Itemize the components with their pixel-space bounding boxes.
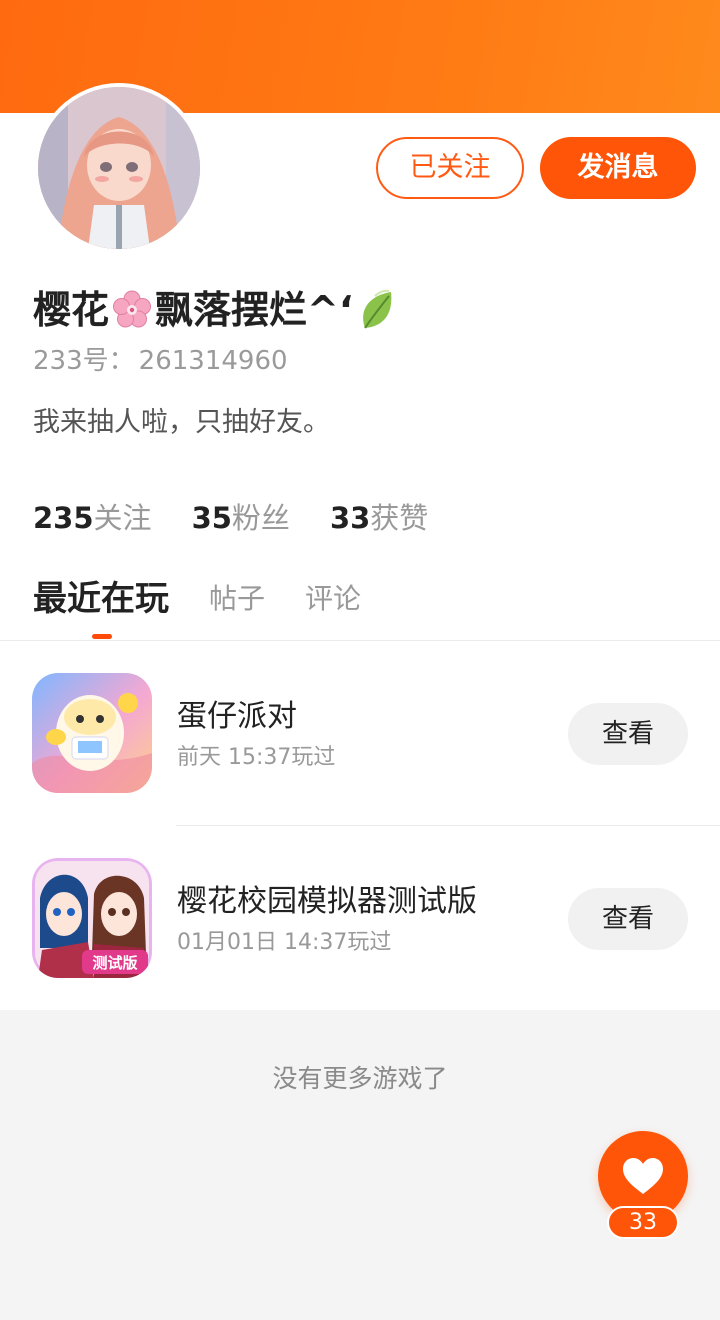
game-icon-sakura-school[interactable]: 测试版 (32, 858, 152, 978)
stat-following[interactable]: 235 关注 (33, 498, 152, 538)
send-message-button[interactable]: 发消息 (540, 137, 696, 199)
stats-bar: 235 关注 35 粉丝 33 获赞 (33, 498, 468, 538)
game-name: 樱花校园模拟器测试版 (177, 884, 477, 919)
stat-fans-count: 35 (191, 501, 232, 535)
game-row[interactable]: 蛋仔派对 前天 15:37玩过 查看 (0, 641, 720, 826)
user-id-label: 233号 (33, 346, 109, 376)
active-tab-indicator (92, 634, 112, 639)
game-row[interactable]: 测试版 樱花校园模拟器测试版 01月01日 14:37玩过 查看 (0, 826, 720, 1011)
stat-following-count: 235 (33, 501, 94, 535)
game-name: 蛋仔派对 (177, 699, 297, 734)
stat-fans[interactable]: 35 粉丝 (192, 498, 290, 538)
username-part1: 樱花 (33, 288, 110, 332)
view-game-button[interactable]: 查看 (568, 888, 688, 950)
svg-text:测试版: 测试版 (92, 954, 137, 972)
stat-fans-label: 粉丝 (231, 501, 290, 535)
view-game-button[interactable]: 查看 (568, 703, 688, 765)
stat-likes-label: 获赞 (370, 501, 429, 535)
cherry-blossom-icon (113, 290, 152, 328)
tab-recently-played[interactable]: 最近在玩 (33, 577, 169, 621)
username: 樱花 飘落摆烂^‘ (33, 283, 397, 337)
stat-likes[interactable]: 33 获赞 (330, 498, 428, 538)
stat-likes-count: 33 (329, 501, 371, 535)
user-id-separator: ： (108, 346, 135, 376)
game-played-time: 01月01日 14:37玩过 (177, 930, 392, 955)
tab-bar: 最近在玩 帖子 评论 (33, 575, 401, 621)
like-count-badge: 33 (607, 1206, 679, 1239)
user-id: 233号： 261314960 (33, 343, 288, 379)
stat-following-label: 关注 (93, 501, 152, 535)
game-played-time: 前天 15:37玩过 (177, 745, 336, 770)
user-id-value: 261314960 (138, 346, 288, 376)
sakura-school-artwork: 测试版 (32, 858, 152, 978)
leaf-icon (363, 289, 392, 329)
user-bio: 我来抽人啦，只抽好友。 (33, 407, 330, 438)
no-more-games-text: 没有更多游戏了 (272, 1064, 448, 1093)
game-icon-eggy-party[interactable] (32, 673, 152, 793)
eggy-party-artwork (32, 673, 152, 793)
avatar[interactable] (34, 83, 204, 253)
tab-comments[interactable]: 评论 (305, 577, 361, 621)
heart-icon (623, 1158, 663, 1194)
avatar-illustration (38, 87, 200, 249)
followed-button[interactable]: 已关注 (376, 137, 524, 199)
username-part2: 飘落摆烂^‘ (155, 288, 354, 332)
tab-posts[interactable]: 帖子 (209, 577, 265, 621)
